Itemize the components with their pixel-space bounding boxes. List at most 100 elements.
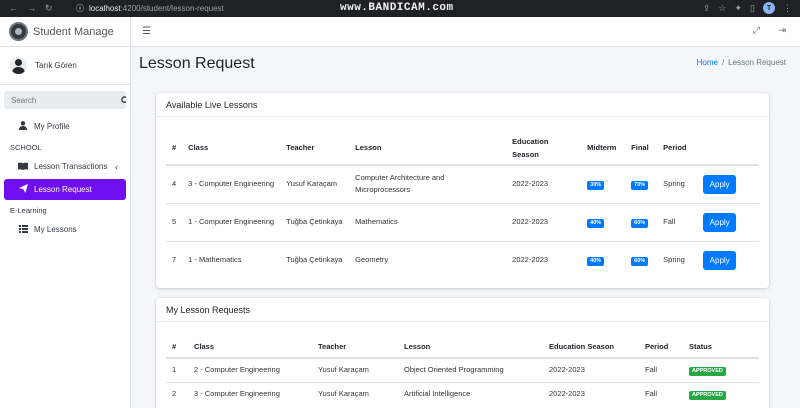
row-class: 2 - Computer Engineering	[188, 357, 312, 382]
sidebar-item-my-profile[interactable]: My Profile	[4, 116, 126, 137]
sidebar-item-my-lessons[interactable]: My Lessons	[4, 219, 126, 240]
page-title: Lesson Request	[139, 55, 255, 72]
reload-icon[interactable]: ↻	[45, 3, 53, 14]
card-title: Available Live Lessons	[156, 93, 769, 117]
row-period: Fall	[639, 357, 683, 382]
row-season: 2022-2023	[506, 202, 582, 241]
table-row: 5 1 - Computer Engineering Tuğba Çetinka…	[166, 202, 759, 241]
row-season: 2022-2023	[506, 240, 582, 279]
recorder-watermark: www.BANDICAM.com	[340, 2, 454, 14]
apply-button[interactable]: Apply	[703, 250, 737, 270]
row-period: Spring	[657, 240, 698, 279]
row-season: 2022-2023	[543, 357, 639, 382]
sidebar: Student Manage Tarık Gören My Profile SC…	[0, 17, 131, 408]
nav-header-elearning: E-Learning	[10, 205, 47, 215]
profile-avatar[interactable]: T	[763, 2, 775, 14]
row-id: 2	[166, 381, 188, 406]
sidebar-search	[4, 91, 126, 109]
nav-header-school: SCHOOL	[10, 142, 42, 152]
apply-button[interactable]: Apply	[703, 212, 737, 232]
column-header: #	[166, 131, 183, 166]
table-header-row: # Class Teacher Lesson Education Season …	[166, 131, 759, 166]
chevron-left-icon: ‹	[115, 161, 118, 172]
my-lesson-requests-card: My Lesson Requests # Class Teacher Lesso…	[156, 298, 769, 408]
column-header: Status	[683, 335, 759, 359]
row-class: 3 - Computer Engineering	[182, 164, 281, 203]
top-navbar: ☰ ⤢ ⇥	[131, 17, 800, 47]
breadcrumb: Home / Lesson Request	[697, 58, 786, 67]
app-title: Student Manage	[33, 25, 114, 38]
user-icon	[17, 121, 29, 132]
column-header: Class	[188, 335, 312, 359]
browser-toolbar: ← → ↻ ⓘ localhost:4200/student/lesson-re…	[0, 0, 800, 17]
fullscreen-icon[interactable]: ⤢	[753, 25, 760, 36]
logout-icon[interactable]: ⇥	[778, 25, 786, 36]
column-header: Period	[639, 335, 683, 359]
final-badge: 70%	[631, 181, 649, 191]
table-row: 4 3 - Computer Engineering Yusuf Karaçam…	[166, 164, 759, 203]
row-period: Fall	[657, 202, 698, 241]
table-row: 1 2 - Computer Engineering Yusuf Karaçam…	[166, 357, 759, 382]
hamburger-menu-icon[interactable]: ☰	[142, 26, 151, 37]
brand-logo-icon	[9, 22, 28, 41]
sidebar-item-lesson-request[interactable]: Lesson Request	[4, 179, 126, 200]
user-panel[interactable]: Tarık Gören	[0, 47, 130, 85]
breadcrumb-separator: /	[721, 58, 725, 67]
extension-icon[interactable]: ✦	[735, 3, 743, 14]
breadcrumb-home-link[interactable]: Home	[697, 58, 718, 67]
share-icon[interactable]: ⇪	[703, 3, 711, 14]
sidebar-item-label: My Lessons	[34, 225, 77, 234]
table-header-row: # Class Teacher Lesson Education Season …	[166, 335, 759, 359]
row-id: 7	[166, 240, 183, 279]
row-id: 4	[166, 164, 183, 203]
star-icon[interactable]: ☆	[718, 3, 726, 14]
row-teacher: Tuğba Çetinkaya	[280, 240, 350, 279]
row-period: Fall	[639, 381, 683, 406]
list-icon	[17, 224, 29, 235]
column-header: Education Season	[506, 131, 582, 166]
column-header: Lesson	[398, 335, 543, 359]
back-icon[interactable]: ←	[9, 3, 18, 14]
apply-button[interactable]: Apply	[703, 174, 737, 194]
column-header	[697, 131, 759, 166]
menu-icon[interactable]: ⋮	[783, 3, 792, 14]
available-lessons-table: # Class Teacher Lesson Education Season …	[166, 131, 759, 279]
sidebar-item-label: My Profile	[34, 122, 70, 131]
final-badge: 60%	[631, 219, 649, 228]
midterm-badge: 40%	[587, 219, 605, 228]
column-header: Education Season	[543, 335, 639, 359]
column-header: Teacher	[312, 335, 398, 359]
row-id: 1	[166, 357, 188, 382]
breadcrumb-current: Lesson Request	[728, 58, 786, 67]
book-open-icon	[17, 162, 29, 172]
table-row: 7 1 - Mathematics Tuğba Çetinkaya Geomet…	[166, 240, 759, 279]
final-badge: 60%	[631, 257, 649, 267]
row-teacher: Tuğba Çetinkaya	[280, 202, 350, 241]
column-header: Lesson	[349, 131, 507, 166]
column-header: Period	[657, 131, 698, 166]
address-bar[interactable]: ⓘ localhost:4200/student/lesson-request	[76, 3, 336, 14]
row-lesson: Mathematics	[349, 202, 507, 241]
row-period: Spring	[657, 164, 698, 203]
row-class: 3 - Computer Engineering	[188, 381, 312, 406]
sidebar-item-label: Lesson Request	[34, 185, 92, 194]
forward-icon[interactable]: →	[27, 3, 36, 14]
row-teacher: Yusuf Karaçam	[312, 357, 398, 382]
row-lesson: Computer Architecture and Microprocessor…	[349, 164, 507, 203]
info-icon: ⓘ	[76, 4, 84, 13]
send-icon	[17, 184, 29, 195]
column-header: Class	[182, 131, 281, 166]
brand-link[interactable]: Student Manage	[0, 17, 130, 47]
sidepanel-icon[interactable]: ▯	[750, 3, 755, 14]
row-lesson: Object Oriented Programming	[398, 357, 543, 382]
search-icon[interactable]	[121, 91, 126, 109]
sidebar-item-lesson-transactions[interactable]: Lesson Transactions ‹	[4, 156, 126, 177]
row-season: 2022-2023	[506, 164, 582, 203]
row-class: 1 - Mathematics	[182, 240, 281, 279]
user-avatar-icon	[10, 57, 27, 74]
search-input[interactable]	[4, 91, 121, 109]
row-season: 2022-2023	[543, 381, 639, 406]
row-lesson: Artificial Intelligence	[398, 381, 543, 406]
column-header: Midterm	[581, 131, 626, 166]
row-class: 1 - Computer Engineering	[182, 202, 281, 241]
